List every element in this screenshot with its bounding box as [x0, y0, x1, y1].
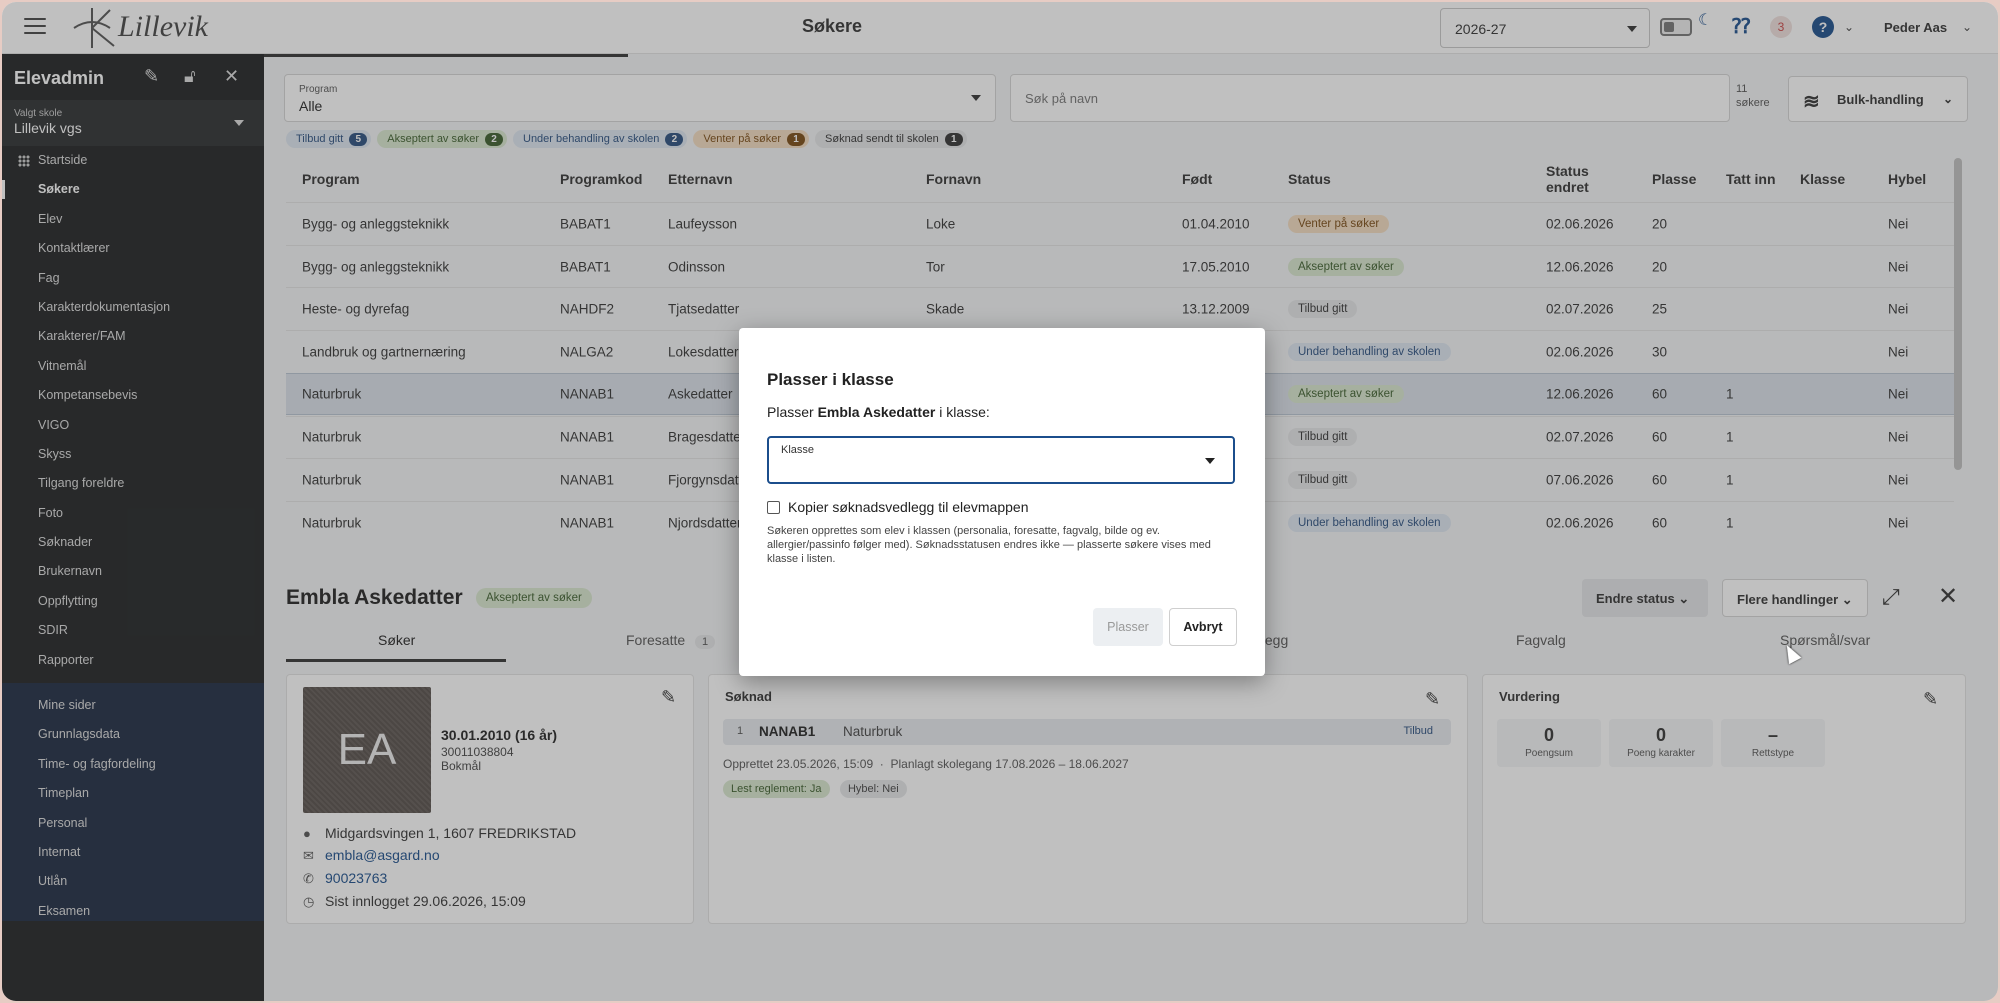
dialog-subtitle: Plasser Embla Askedatter i klasse: [767, 404, 990, 420]
subtitle-prefix: Plasser [767, 404, 818, 420]
place-in-class-dialog: Plasser i klasse Plasser Embla Askedatte… [739, 328, 1265, 676]
class-label: Klasse [781, 444, 815, 456]
dialog-note: Søkeren opprettes som elev i klassen (pe… [767, 525, 1211, 565]
dialog-title: Plasser i klasse [767, 370, 894, 389]
cancel-button[interactable]: Avbryt [1169, 608, 1237, 646]
chevron-down-icon [1205, 458, 1215, 469]
app-window: Lillevik Søkere 2026-27 ☾ ⁇ 3 ? ⌄ Peder … [2, 2, 1998, 1001]
place-button[interactable]: Plasser [1093, 608, 1163, 646]
copy-attachments-checkbox[interactable]: Kopier søknadsvedlegg til elevmappen [767, 499, 1028, 515]
class-select[interactable]: Klasse [767, 436, 1235, 484]
subtitle-suffix: i klasse: [935, 404, 990, 420]
checkbox[interactable] [767, 501, 780, 514]
checkbox-label: Kopier søknadsvedlegg til elevmappen [788, 499, 1029, 515]
subtitle-name: Embla Askedatter [817, 404, 936, 420]
